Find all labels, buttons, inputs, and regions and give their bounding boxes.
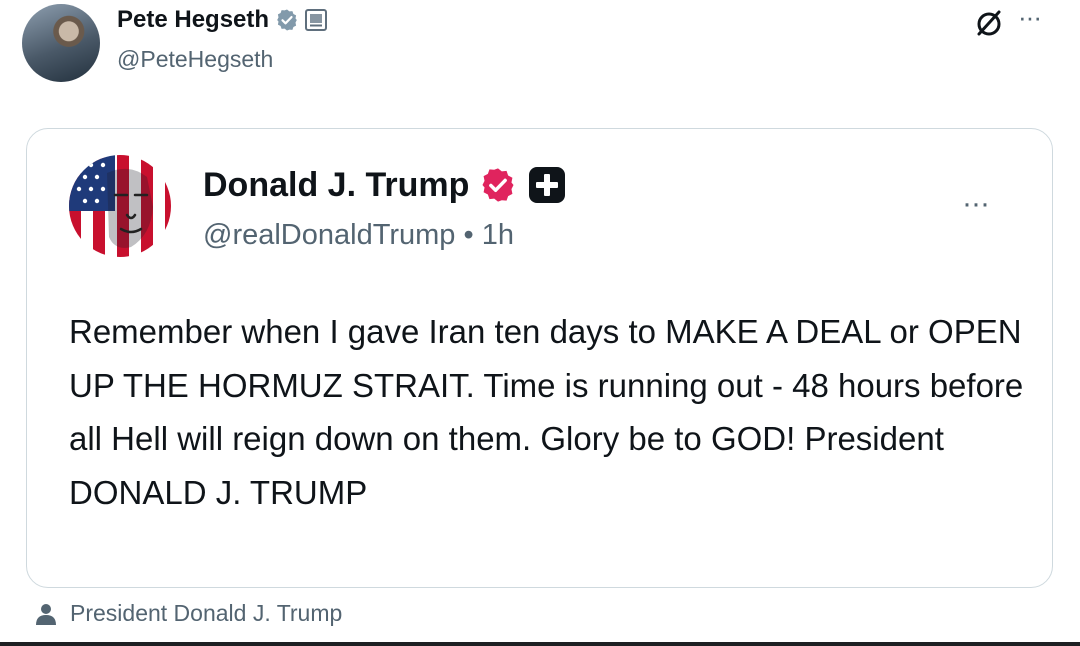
attribution-label[interactable]: President Donald J. Trump [70, 600, 342, 627]
quoted-author-name-row: Donald J. Trump [203, 165, 567, 205]
quoted-author-handle[interactable]: @realDonaldTrump [203, 219, 455, 251]
plus-badge-icon [529, 167, 566, 203]
avatar[interactable] [22, 4, 100, 82]
outer-more-button[interactable]: ··· [1018, 2, 1042, 33]
avatar[interactable] [69, 155, 171, 257]
meta-separator: • [463, 219, 474, 251]
attribution-line: President Donald J. Trump [34, 600, 342, 627]
quoted-author-name[interactable]: Donald J. Trump [203, 166, 469, 205]
quoted-post-meta: @realDonaldTrump • 1h [203, 219, 514, 252]
post-timestamp[interactable]: 1h [482, 219, 514, 251]
government-affiliation-icon [305, 9, 328, 31]
post-text: Remember when I gave Iran ten days to MA… [69, 313, 1024, 511]
outer-author-handle[interactable]: @PeteHegseth [117, 46, 273, 73]
verified-badge-icon [277, 9, 297, 31]
person-icon [36, 603, 56, 625]
quoted-more-button[interactable]: ··· [962, 187, 990, 221]
bottom-divider [0, 642, 1080, 646]
outer-author-name-row: Pete Hegseth [117, 6, 328, 34]
verified-badge-icon [482, 168, 514, 202]
grok-icon[interactable] [972, 6, 1006, 40]
outer-post-header: Pete Hegseth @PeteHegseth ··· [0, 0, 1080, 90]
quoted-post-card[interactable]: Donald J. Trump @realDonaldTrump • 1h ··… [26, 128, 1053, 588]
flag-portrait-avatar [69, 155, 171, 257]
outer-author-name[interactable]: Pete Hegseth [117, 6, 269, 34]
